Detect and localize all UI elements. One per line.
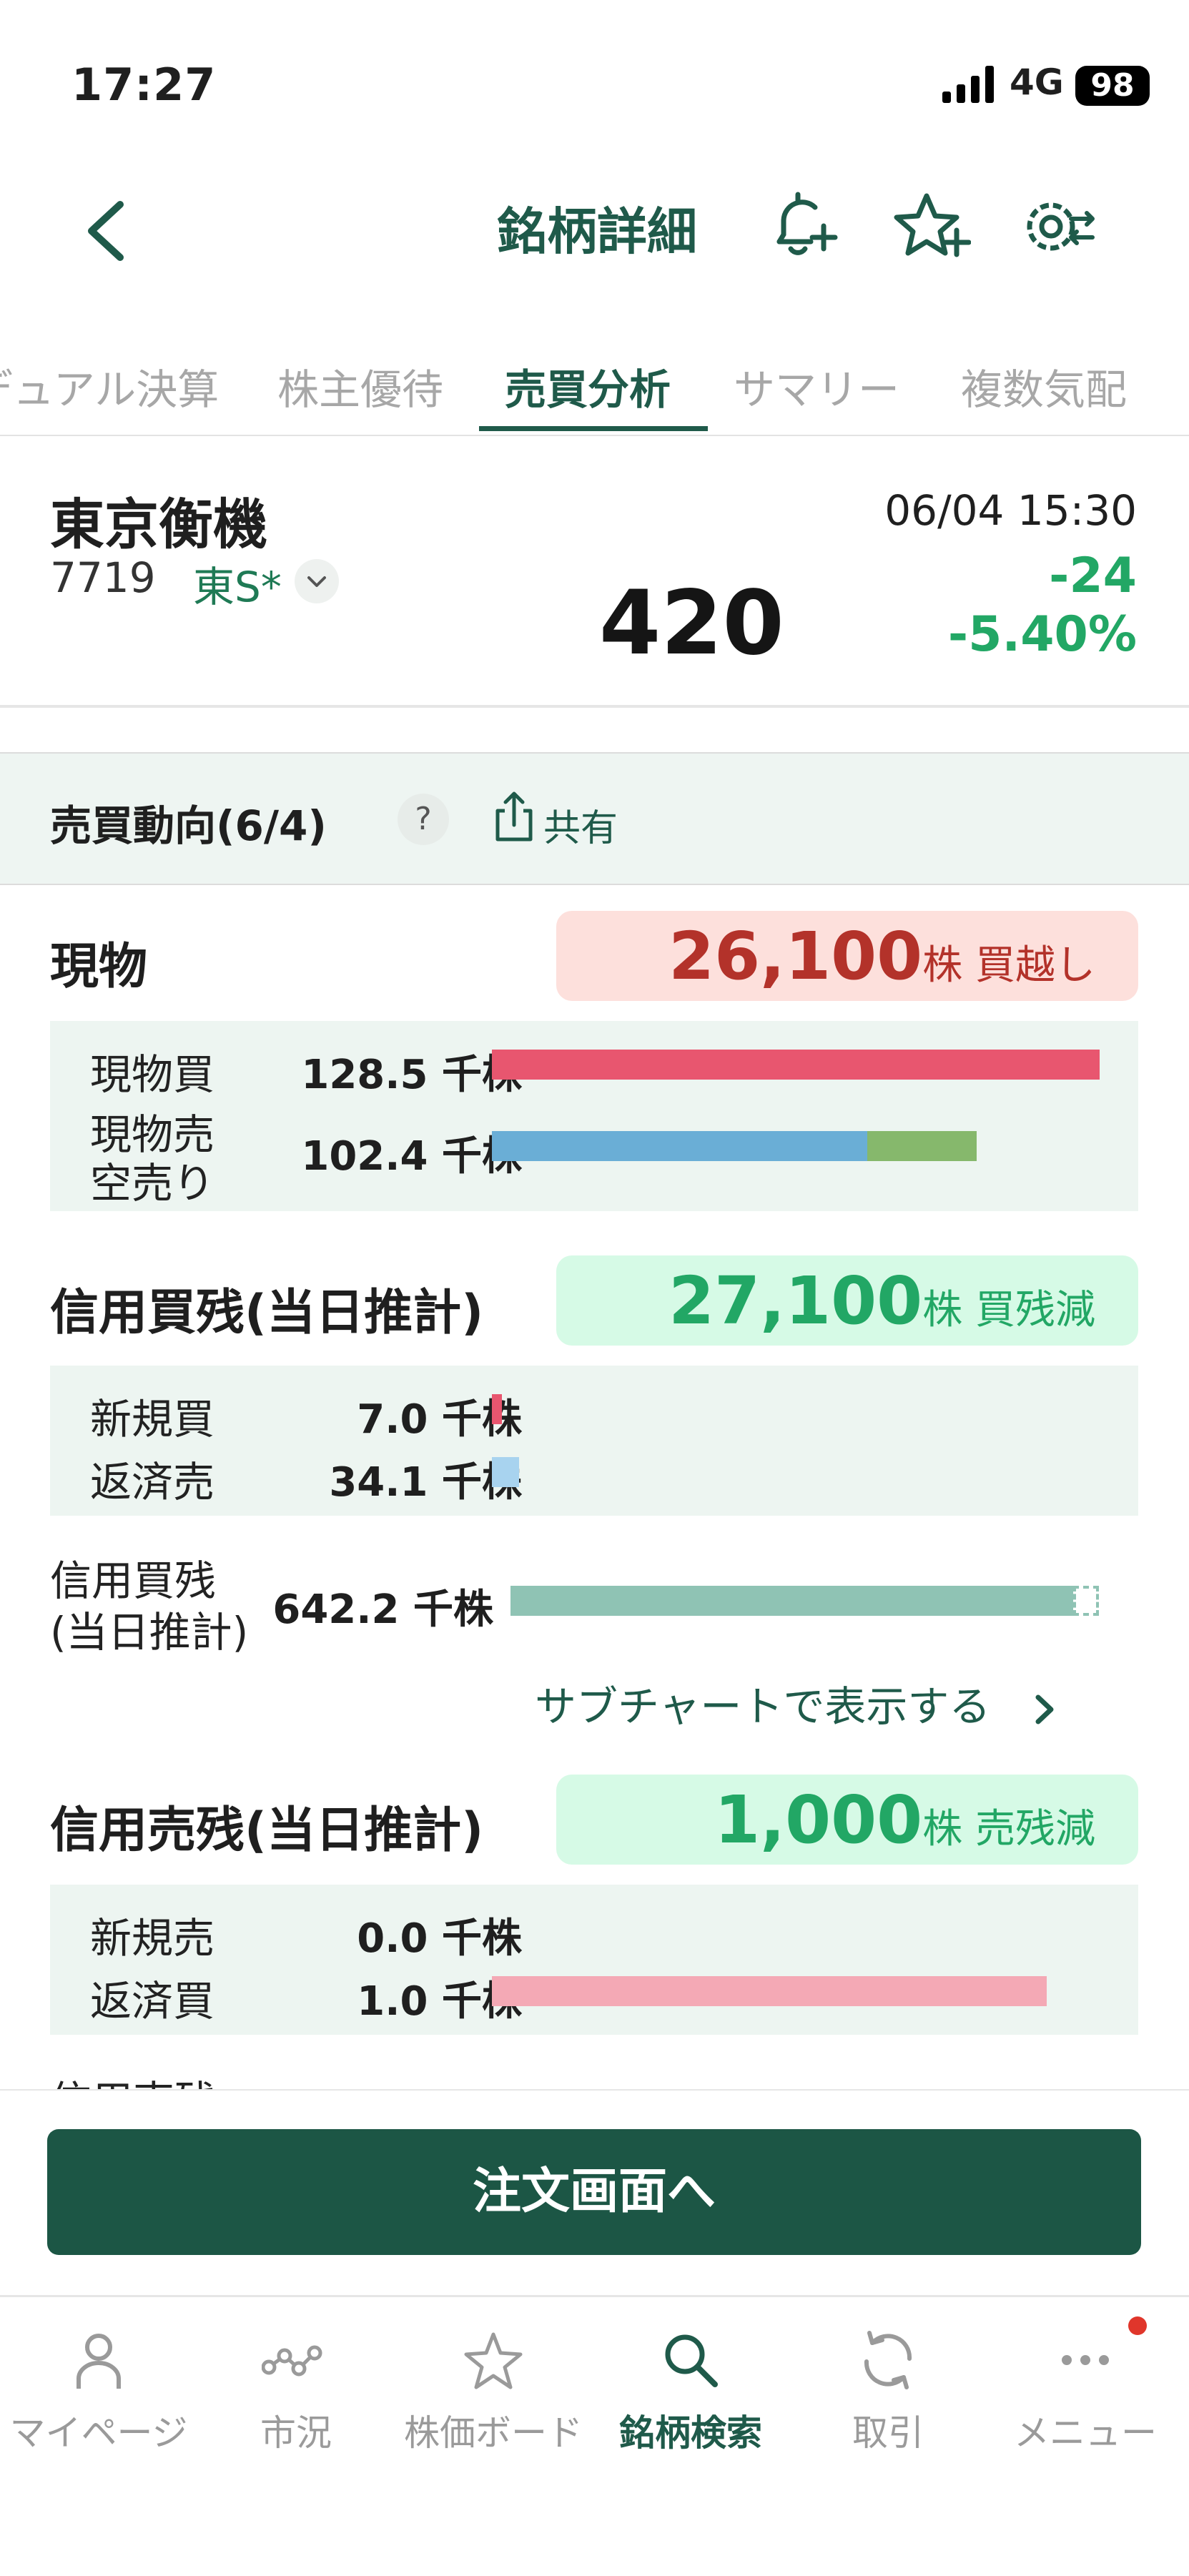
margin-sell-badge: 1,000株 売残減 (556, 1775, 1138, 1865)
genbutsu-sell-bar (492, 1131, 867, 1161)
active-tab-indicator (479, 426, 708, 431)
margin-sell-badge-unit: 株 売残減 (922, 1806, 1095, 1852)
margin-new-buy-label: 新規買 (90, 1395, 215, 1444)
margin-repay-sell-label: 返済売 (90, 1458, 215, 1506)
tab-bar: デュアル決算 株主優待 売買分析 サマリー 複数気配 (0, 342, 1189, 436)
margin-sell-label: 信用売残(当日推計) (50, 1802, 484, 1859)
nav-stock-search[interactable]: 銘柄検索 (592, 2326, 789, 2456)
genbutsu-badge: 26,100株 買越し (556, 911, 1138, 1001)
bottom-nav: マイページ 市況 株価ボード 銘柄検索 取引 メニュー (0, 2295, 1189, 2576)
signal-icon (942, 66, 994, 103)
battery-indicator: 98 (1075, 66, 1150, 106)
margin-new-buy-bar (492, 1394, 502, 1424)
refresh-icon (864, 2331, 912, 2389)
search-icon (665, 2334, 718, 2387)
margin-buy-box: 新規買 7.0 千株 返済売 34.1 千株 (50, 1366, 1138, 1516)
genbutsu-sell-value: 102.4 千株 (301, 1133, 522, 1180)
person-icon (77, 2334, 121, 2389)
genbutsu-buy-value: 128.5 千株 (301, 1052, 522, 1098)
margin-repay-sell-value: 34.1 千株 (329, 1459, 522, 1506)
star-plus-icon[interactable] (892, 187, 971, 266)
margin-buy-balance-value: 642.2 千株 (272, 1586, 493, 1633)
margin-buy-badge-unit: 株 買残減 (922, 1287, 1095, 1333)
notification-dot (1128, 2316, 1147, 2335)
margin-repay-sell-bar (492, 1457, 519, 1487)
help-icon[interactable]: ? (398, 794, 449, 845)
nav-label: 取引 (852, 2412, 924, 2454)
margin-buy-label: 信用買残(当日推計) (50, 1285, 484, 1341)
genbutsu-buy-label: 現物買 (90, 1050, 215, 1099)
more-dots-icon (1062, 2355, 1109, 2365)
current-price: 420 (599, 572, 784, 675)
page-title: 銘柄詳細 (497, 202, 697, 261)
margin-repay-buy-label: 返済買 (90, 1977, 215, 2025)
subchart-link-label: サブチャートで表示する (535, 1682, 991, 1731)
market-name[interactable]: 東S* (193, 553, 282, 613)
price-change: -24 (1049, 548, 1137, 604)
star-icon (464, 2332, 523, 2389)
divider (0, 2089, 1189, 2091)
status-time: 17:27 (71, 59, 217, 111)
nav-label: 市況 (260, 2412, 332, 2454)
margin-buy-badge-value: 27,100 (668, 1263, 923, 1339)
nav-label: マイページ (9, 2412, 188, 2454)
chevron-down-icon[interactable] (295, 559, 339, 603)
nav-label: メニュー (1014, 2412, 1157, 2454)
genbutsu-box: 現物買 128.5 千株 現物売 空売り 102.4 千株 (50, 1021, 1138, 1211)
margin-buy-balance-bar (510, 1586, 1073, 1616)
nav-mypage[interactable]: マイページ (0, 2326, 197, 2456)
genbutsu-label: 現物 (50, 939, 148, 995)
price-change-percent: -5.40% (947, 606, 1137, 663)
nav-menu[interactable]: メニュー (987, 2326, 1184, 2456)
stock-name: 東京衡機 (50, 493, 267, 556)
nav-stock-board[interactable]: 株価ボード (395, 2326, 592, 2456)
short-sell-bar (867, 1131, 977, 1161)
gear-swap-icon[interactable] (1018, 187, 1097, 266)
tab-shareholder-benefits[interactable]: 株主優待 (277, 356, 443, 416)
margin-buy-balance-decrease-bar (1073, 1586, 1099, 1616)
price-datetime: 06/04 15:30 (884, 486, 1137, 535)
subchart-link[interactable]: サブチャートで表示する (535, 1673, 1057, 1733)
genbutsu-badge-value: 26,100 (668, 918, 923, 995)
nav-label: 銘柄検索 (619, 2412, 762, 2454)
network-type: 4G (1010, 61, 1064, 103)
genbutsu-badge-unit: 株 買越し (922, 942, 1095, 989)
margin-new-sell-label: 新規売 (90, 1914, 215, 1963)
margin-new-buy-value: 7.0 千株 (357, 1396, 522, 1443)
short-sell-label: 空売り (90, 1159, 215, 1208)
margin-sell-badge-value: 1,000 (714, 1782, 923, 1858)
nav-market[interactable]: 市況 (197, 2326, 395, 2456)
stock-code: 7719 (50, 553, 156, 602)
nav-label: 株価ボード (404, 2412, 583, 2454)
bell-plus-icon[interactable] (764, 187, 842, 266)
margin-buy-badge: 27,100株 買残減 (556, 1255, 1138, 1346)
section-title: 売買動向(6/4) (50, 801, 327, 850)
margin-repay-buy-value: 1.0 千株 (357, 1978, 522, 2025)
divider (0, 705, 1189, 708)
tab-trading-analysis[interactable]: 売買分析 (505, 356, 671, 416)
nav-trade[interactable]: 取引 (789, 2326, 987, 2456)
chevron-right-icon (1035, 1694, 1054, 1724)
margin-repay-buy-bar (492, 1976, 1047, 2006)
share-icon[interactable] (492, 789, 536, 844)
margin-new-sell-value: 0.0 千株 (357, 1915, 522, 1962)
share-button[interactable]: 共有 (543, 798, 618, 852)
tab-summary[interactable]: サマリー (734, 356, 899, 416)
tab-dual-earnings[interactable]: デュアル決算 (0, 356, 219, 416)
margin-sell-box: 新規売 0.0 千株 返済買 1.0 千株 (50, 1885, 1138, 2035)
margin-sell-balance-label: 信用売残 (50, 2068, 216, 2089)
genbutsu-buy-bar (492, 1050, 1100, 1080)
back-chevron-icon[interactable] (76, 192, 133, 270)
margin-sell-balance-label-clipped: 信用売残 (50, 2068, 216, 2089)
tab-multi-quotes[interactable]: 複数気配 (961, 356, 1127, 416)
chart-nodes-icon (262, 2345, 322, 2377)
margin-buy-balance-sublabel: (当日推計) (50, 1608, 249, 1657)
order-button[interactable]: 注文画面へ (47, 2129, 1141, 2255)
